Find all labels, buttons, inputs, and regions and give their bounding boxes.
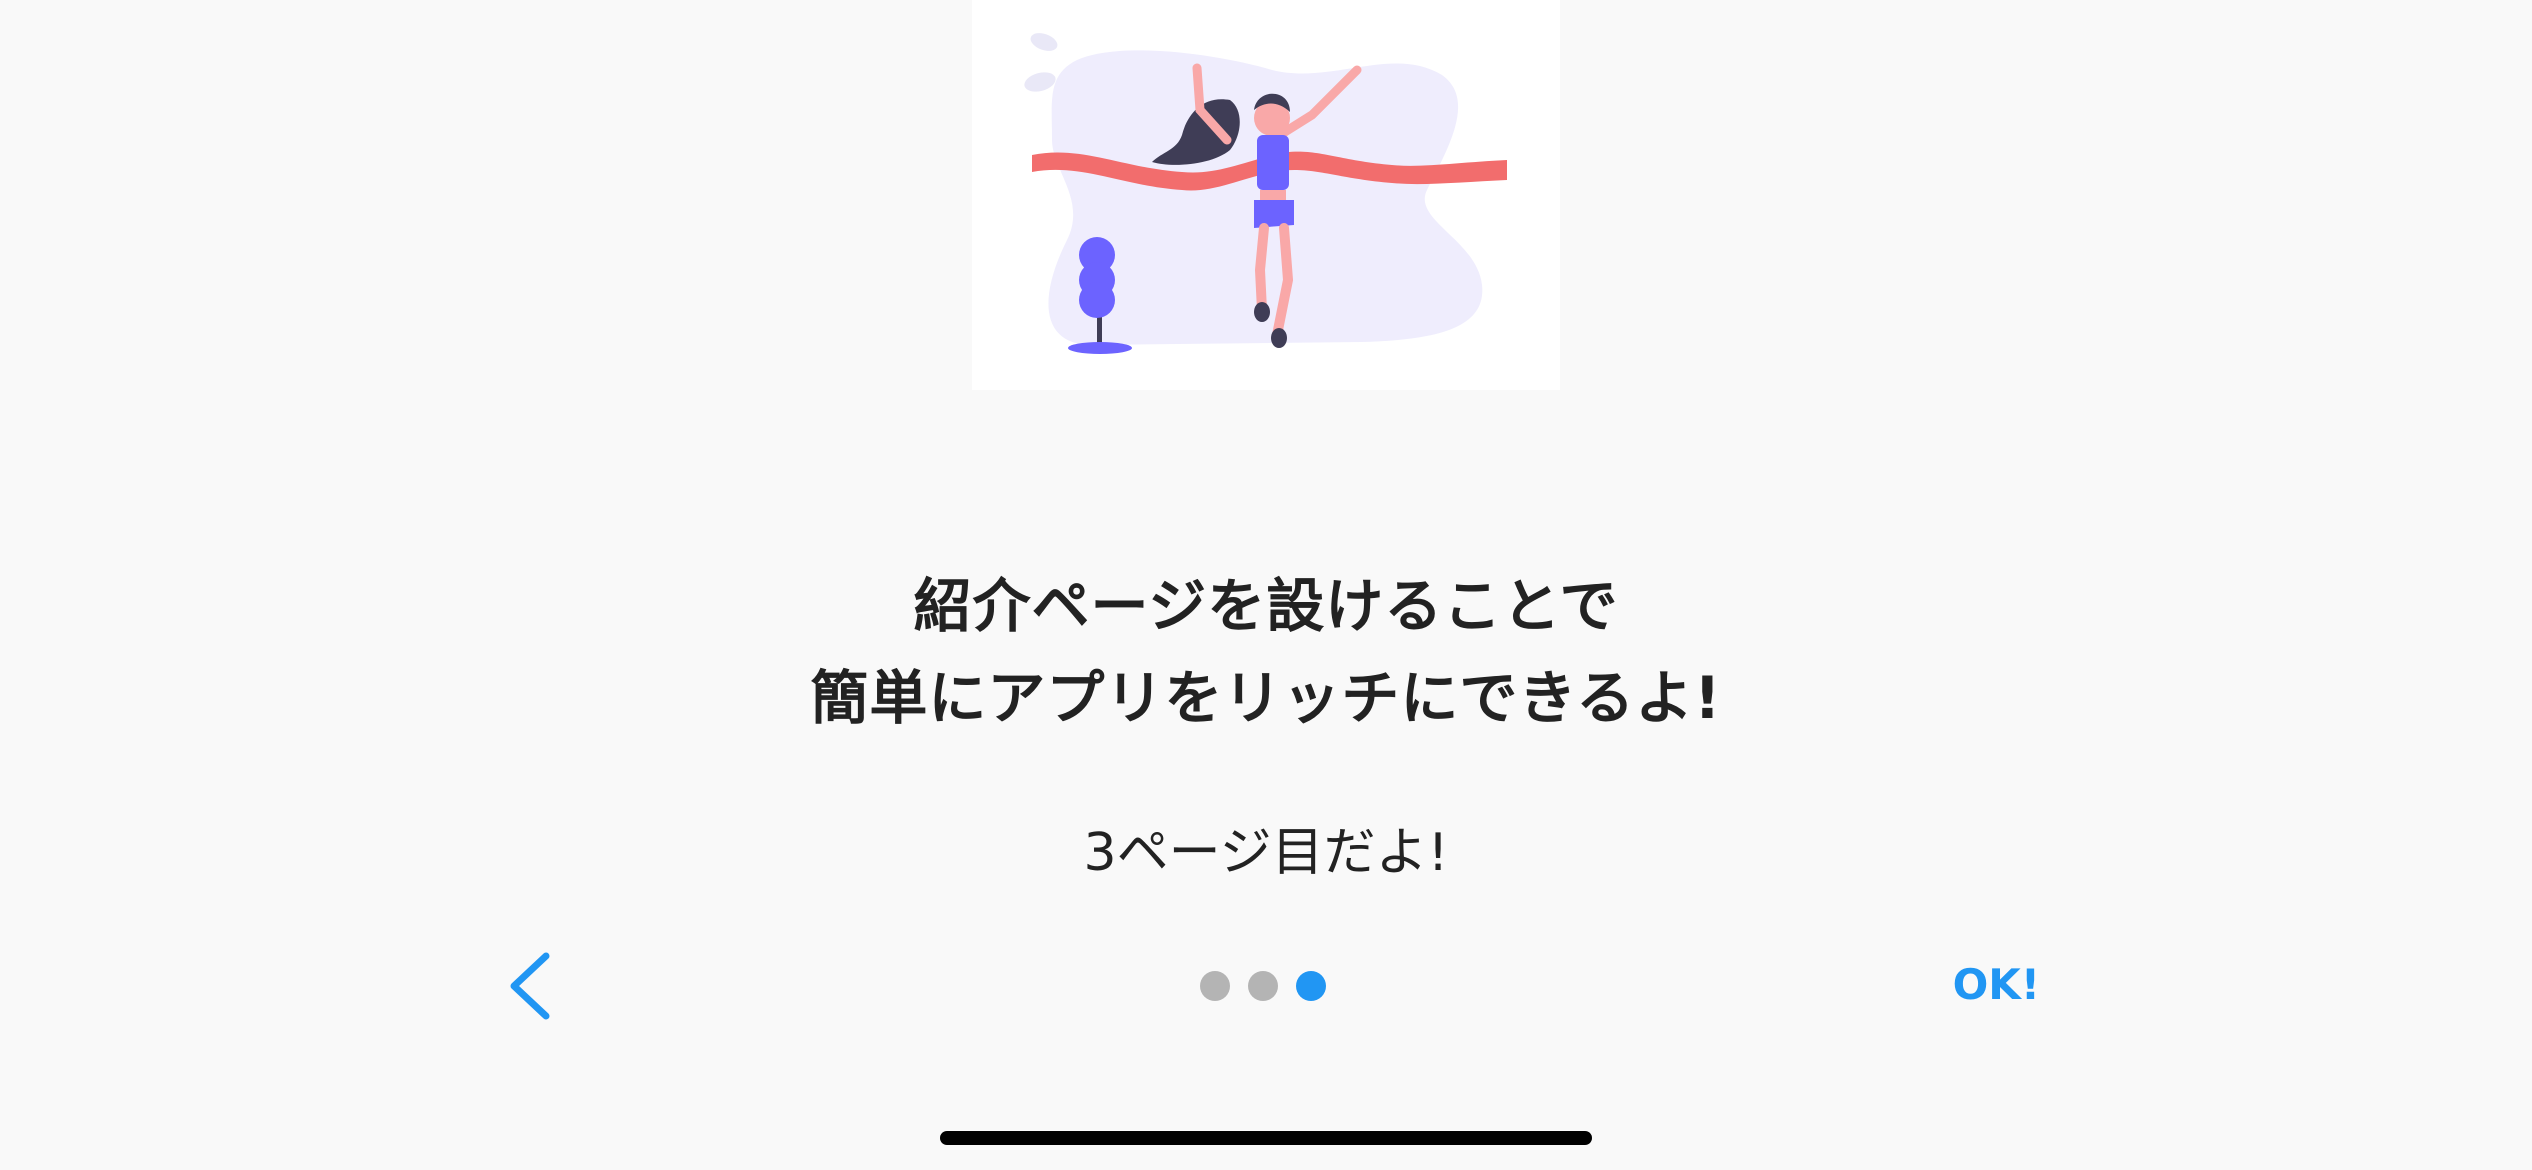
- intro-title: 紹介ページを設けることで 簡単にアプリをリッチにできるよ!: [0, 560, 2532, 744]
- page-indicator-dot-1: [1200, 971, 1230, 1001]
- runner-finish-line-illustration: [972, 0, 1560, 390]
- tree-foliage: [1079, 282, 1115, 318]
- page-indicator-dot-3-active: [1296, 971, 1326, 1001]
- ok-button[interactable]: OK!: [1920, 955, 2040, 1015]
- page-indicator: [1200, 970, 1332, 1002]
- runner-top: [1257, 135, 1289, 190]
- page-indicator-dot-2: [1248, 971, 1278, 1001]
- runner-leg-left: [1254, 223, 1269, 315]
- intro-slide-screen: 紹介ページを設けることで 簡単にアプリをリッチにできるよ! 3ページ目だよ! O…: [0, 0, 2532, 1170]
- leaf-shape: [1030, 33, 1058, 51]
- intro-title-line-1: 紹介ページを設けることで: [913, 572, 1619, 640]
- runner-shoe: [1254, 302, 1270, 322]
- back-button[interactable]: [500, 950, 564, 1022]
- runner-shoe: [1271, 328, 1287, 348]
- intro-subtitle: 3ページ目だよ!: [1083, 823, 1449, 883]
- home-indicator[interactable]: [940, 1131, 1592, 1145]
- leaf-shape: [1024, 72, 1056, 92]
- tree-base: [1068, 342, 1132, 354]
- runner-shorts: [1254, 200, 1294, 228]
- chevron-left-icon: [510, 952, 550, 1020]
- intro-title-line-2: 簡単にアプリをリッチにできるよ!: [810, 664, 1722, 732]
